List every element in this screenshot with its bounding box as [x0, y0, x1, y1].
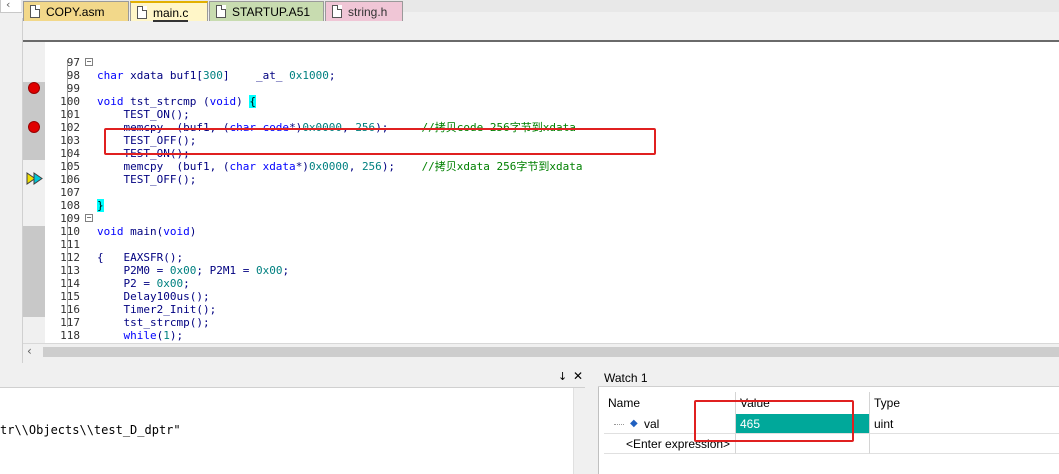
- watch-row-type: [870, 434, 1059, 454]
- code-line-111[interactable]: 111 EAXSFR();: [45, 225, 1059, 264]
- chevron-left-icon[interactable]: ‹: [27, 344, 32, 358]
- scrollbar-thumb[interactable]: [43, 347, 1059, 357]
- file-icon: [332, 5, 342, 18]
- chevron-left-icon: ‹: [6, 0, 11, 11]
- build-output-text: tr\\Objects\\test_D_dptr": [0, 423, 181, 437]
- gutter-executed-shade: [23, 226, 45, 317]
- code-line-99[interactable]: 99: [45, 69, 1059, 95]
- editor-horizontal-scrollbar[interactable]: ‹: [23, 343, 1059, 360]
- tab-startup-a51[interactable]: STARTUP.A51: [209, 1, 324, 21]
- code-line-107[interactable]: 107 }: [45, 173, 1059, 212]
- code-line-108[interactable]: 108: [45, 186, 1059, 212]
- code-line-98[interactable]: 98 − void tst_strcmp (void) {: [45, 56, 1059, 108]
- code-line-109[interactable]: 109 void main(void): [45, 199, 1059, 238]
- fold-toggle-icon[interactable]: −: [85, 214, 93, 222]
- code-line-113[interactable]: 113 P2 = 0x00;: [45, 251, 1059, 290]
- code-line-106[interactable]: 106: [45, 160, 1059, 186]
- watch-row-type: uint: [870, 414, 1059, 434]
- build-output-header: [0, 369, 585, 388]
- code-line-112[interactable]: 112 P2M0 = 0x00; P2M1 = 0x00;: [45, 238, 1059, 277]
- code-line-118[interactable]: 118 }: [45, 316, 1059, 343]
- tab-label: string.h: [348, 5, 388, 19]
- code-line-117[interactable]: 117 while(1);: [45, 303, 1059, 342]
- code-line-114[interactable]: 114 Delay100us();: [45, 264, 1059, 303]
- code-line-116[interactable]: 116 tst_strcmp();: [45, 290, 1059, 329]
- tab-main-c[interactable]: main.c: [130, 1, 208, 22]
- annotation-highlight-box: [694, 400, 854, 442]
- code-line-97[interactable]: 97 char xdata buf1[300] _at_ 0x1000;: [45, 43, 1059, 82]
- pin-icon[interactable]: ↓: [558, 370, 567, 383]
- annotation-highlight-box: [104, 128, 656, 155]
- variable-icon: ◆: [630, 418, 638, 429]
- build-output-scrollbar[interactable]: [573, 388, 586, 474]
- code-line-110[interactable]: 110 − {: [45, 212, 1059, 265]
- code-line-119[interactable]: 119: [45, 329, 1059, 343]
- breakpoint-icon[interactable]: [28, 82, 40, 94]
- tree-line: [614, 424, 624, 425]
- tab-copy-asm[interactable]: COPY.asm: [23, 1, 129, 21]
- code-line-101[interactable]: 101 memcpy (buf1, (char code*)0x0000, 25…: [45, 95, 1059, 134]
- breakpoint-gutter[interactable]: [23, 42, 45, 343]
- left-panel: [0, 18, 23, 363]
- tab-label: main.c: [153, 6, 189, 22]
- tab-label: STARTUP.A51: [232, 5, 311, 19]
- code-line-100[interactable]: 100 TEST_ON();: [45, 82, 1059, 121]
- tab-string-h[interactable]: string.h: [325, 1, 403, 21]
- file-icon: [216, 5, 226, 18]
- watch-panel-title: Watch 1: [598, 369, 1059, 387]
- code-line-115[interactable]: 115 Timer2_Init();: [45, 277, 1059, 316]
- close-icon[interactable]: ✕: [573, 369, 583, 383]
- code-editor[interactable]: 97 char xdata buf1[300] _at_ 0x1000; 98 …: [23, 42, 1059, 343]
- file-icon: [137, 6, 147, 19]
- file-icon: [30, 5, 40, 18]
- breakpoint-icon[interactable]: [28, 121, 40, 133]
- current-line-arrow-icon: [26, 172, 43, 185]
- scroll-left-button[interactable]: ‹: [0, 0, 22, 13]
- tab-label: COPY.asm: [46, 5, 105, 19]
- code-line-102[interactable]: 102 TEST_OFF();: [45, 108, 1059, 147]
- column-header-type[interactable]: Type: [870, 392, 1059, 414]
- fold-toggle-icon[interactable]: −: [85, 58, 93, 66]
